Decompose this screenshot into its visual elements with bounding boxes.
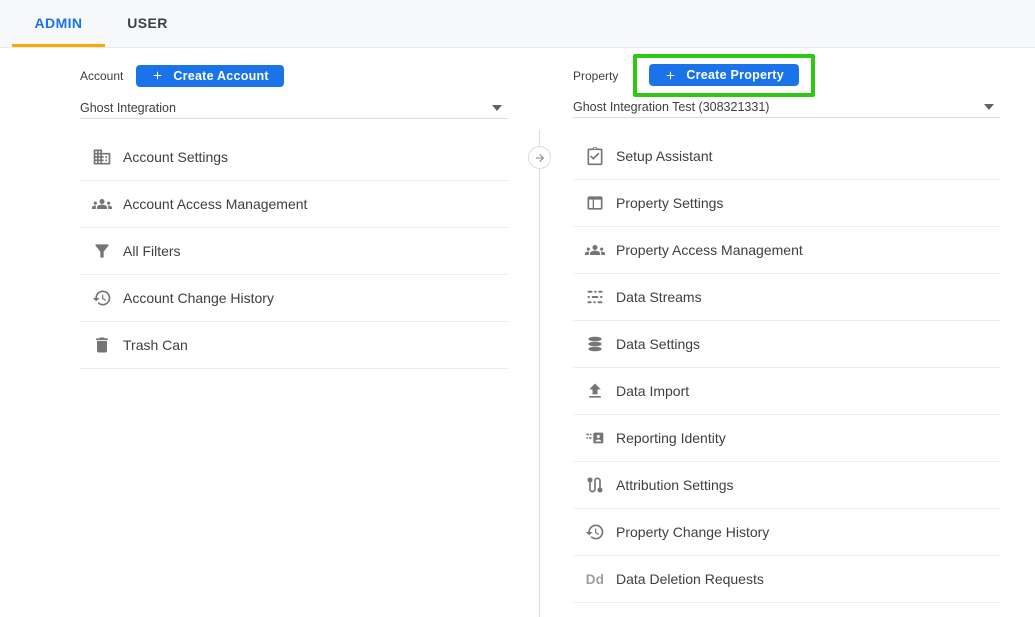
account-panel: Account Create Account Ghost Integration… <box>80 55 508 369</box>
tab-user[interactable]: USER <box>105 0 190 47</box>
filter-icon <box>92 241 112 261</box>
menu-item-label: Account Access Management <box>123 196 307 212</box>
arrow-right-icon <box>534 152 546 164</box>
property-menu: Setup Assistant Property Settings Proper… <box>573 133 1000 603</box>
history-icon <box>585 522 605 542</box>
menu-item-attribution-settings[interactable]: Attribution Settings <box>573 462 1000 509</box>
property-header: Property Create Property <box>573 55 1000 96</box>
menu-item-data-import[interactable]: Data Import <box>573 368 1000 415</box>
menu-item-label: Account Settings <box>123 149 228 165</box>
reporting-identity-icon <box>585 428 605 448</box>
create-account-button[interactable]: Create Account <box>136 65 283 87</box>
menu-item-data-deletion-requests[interactable]: Dd Data Deletion Requests <box>573 556 1000 603</box>
create-account-button-label: Create Account <box>173 69 268 83</box>
menu-item-property-change-history[interactable]: Property Change History <box>573 509 1000 556</box>
menu-item-label: Property Settings <box>616 195 723 211</box>
menu-item-label: Property Change History <box>616 524 769 540</box>
menu-item-label: Trash Can <box>123 337 188 353</box>
menu-item-label: All Filters <box>123 243 181 259</box>
setup-assistant-icon <box>585 146 605 166</box>
property-settings-icon <box>585 193 605 213</box>
plus-icon <box>151 69 164 82</box>
history-icon <box>92 288 112 308</box>
menu-item-account-settings[interactable]: Account Settings <box>80 134 508 181</box>
menu-item-label: Account Change History <box>123 290 274 306</box>
people-icon <box>92 194 112 214</box>
menu-item-data-settings[interactable]: Data Settings <box>573 321 1000 368</box>
plus-icon <box>664 69 677 82</box>
account-selector-dropdown[interactable]: Ghost Integration <box>80 97 508 119</box>
trash-icon <box>92 335 112 355</box>
menu-item-reporting-identity[interactable]: Reporting Identity <box>573 415 1000 462</box>
database-icon <box>585 334 605 354</box>
tab-bar: ADMIN USER <box>0 0 1035 48</box>
upload-icon <box>585 381 605 401</box>
collapse-panel-button[interactable] <box>528 146 551 169</box>
create-property-highlight: Create Property <box>633 54 815 97</box>
property-panel: Property Create Property Ghost Integrati… <box>573 55 1000 603</box>
property-selector-dropdown[interactable]: Ghost Integration Test (308321331) <box>573 96 1000 118</box>
column-divider <box>539 130 540 617</box>
create-property-button[interactable]: Create Property <box>649 64 799 86</box>
account-menu: Account Settings Account Access Manageme… <box>80 134 508 369</box>
menu-item-label: Data Deletion Requests <box>616 571 764 587</box>
account-label: Account <box>80 69 123 83</box>
menu-item-account-access-management[interactable]: Account Access Management <box>80 181 508 228</box>
property-selector-value: Ghost Integration Test (308321331) <box>573 100 769 114</box>
dd-icon: Dd <box>585 569 605 589</box>
menu-item-label: Setup Assistant <box>616 148 713 164</box>
menu-item-label: Attribution Settings <box>616 477 734 493</box>
chevron-down-icon <box>492 105 502 111</box>
business-icon <box>92 147 112 167</box>
menu-item-label: Data Streams <box>616 289 702 305</box>
people-icon <box>585 240 605 260</box>
menu-item-label: Data Import <box>616 383 689 399</box>
account-header: Account Create Account <box>80 55 508 96</box>
menu-item-label: Reporting Identity <box>616 430 726 446</box>
account-selector-value: Ghost Integration <box>80 101 176 115</box>
menu-item-data-streams[interactable]: Data Streams <box>573 274 1000 321</box>
menu-item-label: Data Settings <box>616 336 700 352</box>
property-label: Property <box>573 69 618 83</box>
menu-item-property-access-management[interactable]: Property Access Management <box>573 227 1000 274</box>
menu-item-label: Property Access Management <box>616 242 803 258</box>
tab-admin[interactable]: ADMIN <box>12 0 105 47</box>
menu-item-trash-can[interactable]: Trash Can <box>80 322 508 369</box>
route-icon <box>585 475 605 495</box>
menu-item-account-change-history[interactable]: Account Change History <box>80 275 508 322</box>
menu-item-all-filters[interactable]: All Filters <box>80 228 508 275</box>
chevron-down-icon <box>984 104 994 110</box>
create-property-button-label: Create Property <box>686 68 784 82</box>
data-streams-icon <box>585 287 605 307</box>
ga-admin-page: ADMIN USER Account Create Account Ghost … <box>0 0 1035 617</box>
menu-item-setup-assistant[interactable]: Setup Assistant <box>573 133 1000 180</box>
menu-item-property-settings[interactable]: Property Settings <box>573 180 1000 227</box>
